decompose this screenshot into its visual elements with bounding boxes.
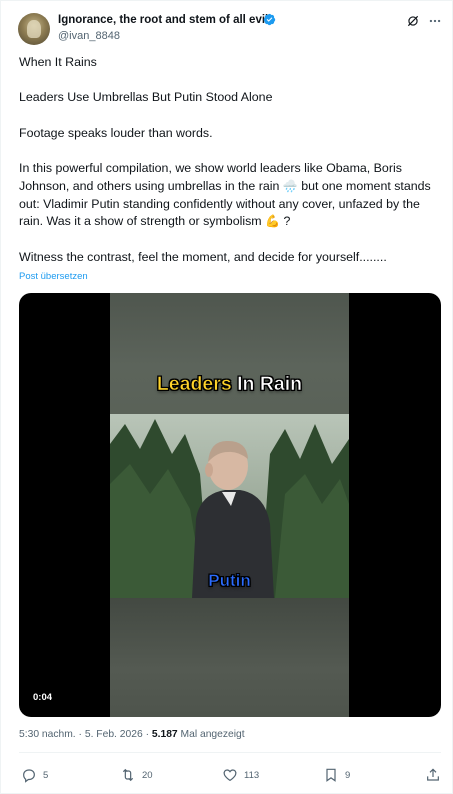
view-count-label: Mal angezeigt bbox=[180, 729, 245, 740]
tweet-text: When It Rains Leaders Use Umbrellas But … bbox=[19, 54, 437, 266]
repost-count: 20 bbox=[142, 769, 153, 781]
like-count: 113 bbox=[244, 769, 260, 781]
reply-button[interactable]: 5 bbox=[21, 767, 48, 783]
grok-icon[interactable] bbox=[406, 14, 420, 28]
video-caption-bottom: Putin bbox=[208, 571, 251, 591]
more-icon[interactable] bbox=[428, 14, 442, 28]
view-count: 5.187 bbox=[151, 729, 178, 740]
video-bottom-band bbox=[110, 598, 349, 717]
verified-badge-icon bbox=[263, 13, 276, 26]
tweet-segment: ? bbox=[283, 214, 291, 229]
repost-button[interactable]: 20 bbox=[120, 767, 153, 783]
share-icon bbox=[427, 768, 439, 781]
author-display-name[interactable]: Ignorance, the root and stem of all evil bbox=[58, 14, 268, 26]
tweet-line: Witness the contrast, feel the moment, a… bbox=[19, 249, 387, 264]
bookmark-count: 9 bbox=[345, 769, 351, 781]
video-player[interactable]: Leaders In Rain Putin 0:04 bbox=[19, 293, 441, 717]
tweet-paragraph: In this powerful compilation, we show wo… bbox=[19, 160, 437, 231]
meta-separator: · bbox=[145, 729, 149, 740]
flexed-biceps-emoji-icon: 💪 bbox=[265, 214, 281, 229]
post-date[interactable]: 5. Feb. 2026 bbox=[85, 729, 143, 740]
meta-separator: · bbox=[78, 729, 82, 740]
video-frame: Leaders In Rain Putin bbox=[110, 293, 349, 717]
divider bbox=[19, 752, 441, 753]
caption-word-in-rain: In Rain bbox=[237, 373, 303, 396]
post-time[interactable]: 5:30 nachm. bbox=[19, 729, 76, 740]
video-elapsed-time: 0:04 bbox=[33, 692, 53, 703]
share-button[interactable] bbox=[425, 767, 441, 783]
caption-word-leaders: Leaders bbox=[156, 373, 232, 396]
repost-icon bbox=[122, 768, 134, 782]
tweet-card: Ignorance, the root and stem of all evil… bbox=[0, 0, 453, 794]
tweet-line: Footage speaks louder than words. bbox=[19, 125, 213, 140]
heart-icon bbox=[223, 769, 237, 782]
translate-post-link[interactable]: Post übersetzen bbox=[19, 271, 88, 282]
reply-count: 5 bbox=[43, 769, 49, 781]
author-handle[interactable]: @ivan_8848 bbox=[58, 30, 120, 42]
bookmark-button[interactable]: 9 bbox=[323, 767, 350, 783]
rain-emoji-icon: 🌧️ bbox=[282, 178, 298, 193]
reply-icon bbox=[23, 769, 35, 783]
video-caption-top: Leaders In Rain bbox=[110, 373, 349, 396]
tweet-line: When It Rains bbox=[19, 55, 97, 69]
tweet-line: Leaders Use Umbrellas But Putin Stood Al… bbox=[19, 90, 273, 105]
like-button[interactable]: 113 bbox=[222, 767, 259, 783]
post-meta: 5:30 nachm. · 5. Feb. 2026 · 5.187 Mal a… bbox=[19, 729, 245, 740]
avatar[interactable] bbox=[18, 13, 50, 45]
bookmark-icon bbox=[326, 768, 336, 782]
